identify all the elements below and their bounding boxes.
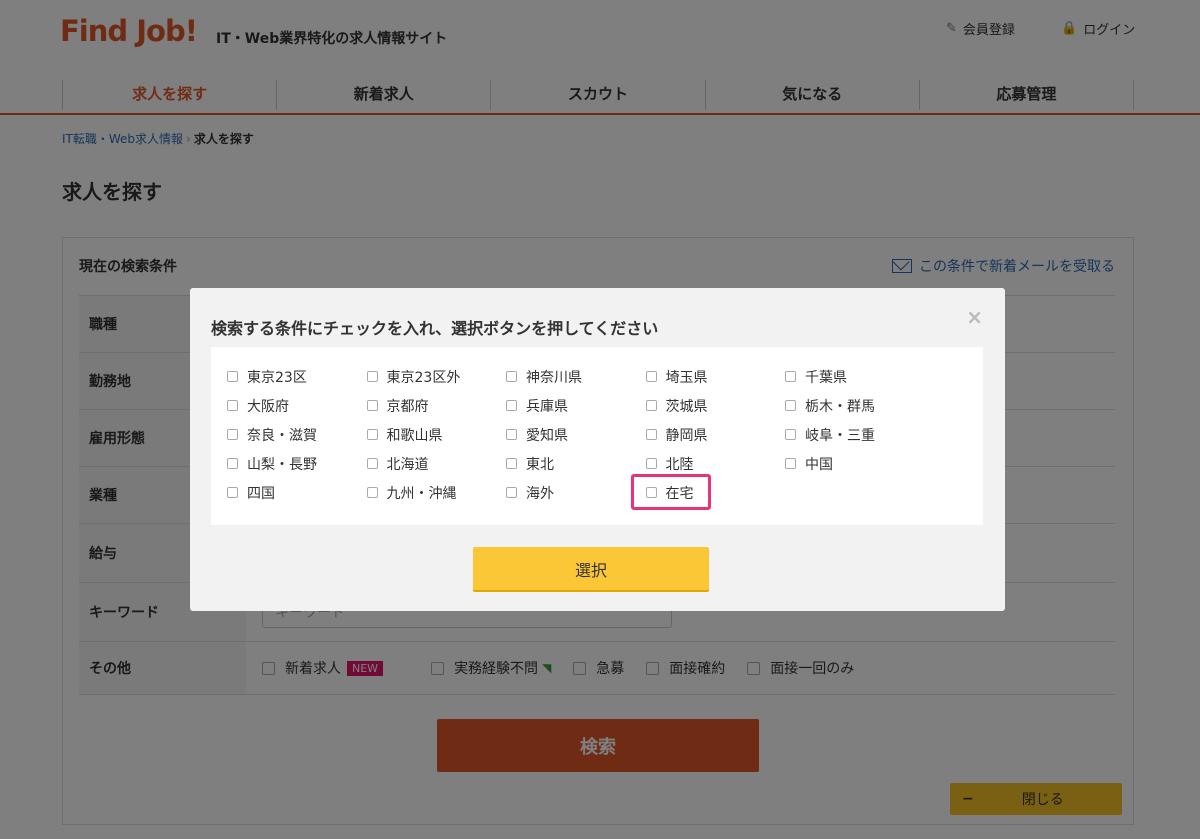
option-label: 北陸 xyxy=(665,456,694,473)
option-saitama[interactable]: 埼玉県 xyxy=(645,367,786,387)
option-tochigi-gunma[interactable]: 栃木・群馬 xyxy=(785,396,925,416)
checkbox[interactable] xyxy=(366,371,378,382)
option-label: 岐阜・三重 xyxy=(805,427,875,444)
option-shizuoka[interactable]: 静岡県 xyxy=(645,425,786,445)
option-yamanashi-nagano[interactable]: 山梨・長野 xyxy=(227,454,367,474)
checkbox[interactable] xyxy=(227,400,238,411)
checkbox[interactable] xyxy=(366,487,378,498)
option-hokkaido[interactable]: 北海道 xyxy=(366,454,507,474)
option-kyoto[interactable]: 京都府 xyxy=(366,396,507,416)
checkbox[interactable] xyxy=(227,371,238,382)
options-row: 四国 九州・沖縄 海外 在宅 xyxy=(227,478,967,507)
checkbox[interactable] xyxy=(366,400,378,411)
option-label: 奈良・滋賀 xyxy=(247,427,317,444)
option-label: 千葉県 xyxy=(805,369,847,386)
option-nara-shiga[interactable]: 奈良・滋賀 xyxy=(227,425,367,445)
option-label: 東京23区外 xyxy=(386,369,461,386)
remote-option-highlight xyxy=(631,474,711,510)
checkbox[interactable] xyxy=(785,429,796,440)
option-tokyo-23[interactable]: 東京23区 xyxy=(227,367,367,387)
option-gifu-mie[interactable]: 岐阜・三重 xyxy=(785,425,925,445)
checkbox[interactable] xyxy=(506,400,517,411)
checkbox[interactable] xyxy=(227,458,238,469)
modal-title: 検索する条件にチェックを入れ、選択ボタンを押してください xyxy=(211,319,659,338)
option-label: 中国 xyxy=(805,456,833,473)
option-chugoku[interactable]: 中国 xyxy=(785,454,925,474)
checkbox[interactable] xyxy=(506,371,517,382)
option-osaka[interactable]: 大阪府 xyxy=(227,396,367,416)
checkbox[interactable] xyxy=(785,371,796,382)
checkbox[interactable] xyxy=(506,429,517,440)
option-label: 北海道 xyxy=(386,456,429,473)
option-label: 京都府 xyxy=(386,398,429,415)
option-overseas[interactable]: 海外 xyxy=(506,483,646,503)
checkbox[interactable] xyxy=(645,458,657,469)
checkbox[interactable] xyxy=(227,487,238,498)
option-label: 兵庫県 xyxy=(526,398,568,415)
option-wakayama[interactable]: 和歌山県 xyxy=(366,425,507,445)
options-box: 東京23区 東京23区外 神奈川県 埼玉県 千葉県 大阪府 京都府 兵庫県 茨城… xyxy=(211,347,983,525)
option-label: 和歌山県 xyxy=(386,427,443,444)
checkbox[interactable] xyxy=(645,429,657,440)
option-label: 九州・沖縄 xyxy=(386,485,457,502)
option-ibaraki[interactable]: 茨城県 xyxy=(645,396,786,416)
option-tokyo-outside-23[interactable]: 東京23区外 xyxy=(366,367,507,387)
option-shikoku[interactable]: 四国 xyxy=(227,483,367,503)
options-row: 山梨・長野 北海道 東北 北陸 中国 xyxy=(227,449,967,478)
option-kanagawa[interactable]: 神奈川県 xyxy=(506,367,646,387)
option-label: 愛知県 xyxy=(526,427,568,444)
checkbox[interactable] xyxy=(785,458,796,469)
checkbox[interactable] xyxy=(785,400,796,411)
checkbox[interactable] xyxy=(366,429,378,440)
option-tohoku[interactable]: 東北 xyxy=(506,454,646,474)
option-aichi[interactable]: 愛知県 xyxy=(506,425,646,445)
checkbox[interactable] xyxy=(506,487,517,498)
location-select-modal: 検索する条件にチェックを入れ、選択ボタンを押してください × 東京23区 東京2… xyxy=(190,288,1005,611)
option-label: 神奈川県 xyxy=(526,369,582,386)
close-icon[interactable]: × xyxy=(966,305,983,329)
options-row: 奈良・滋賀 和歌山県 愛知県 静岡県 岐阜・三重 xyxy=(227,420,967,449)
options-row: 東京23区 東京23区外 神奈川県 埼玉県 千葉県 xyxy=(227,362,967,391)
option-label: 栃木・群馬 xyxy=(805,398,875,415)
select-button[interactable]: 選択 xyxy=(473,547,709,590)
checkbox[interactable] xyxy=(506,458,517,469)
checkbox[interactable] xyxy=(227,429,238,440)
option-label: 東京23区 xyxy=(247,369,307,386)
option-label: 海外 xyxy=(526,485,554,502)
location-options-grid: 東京23区 東京23区外 神奈川県 埼玉県 千葉県 大阪府 京都府 兵庫県 茨城… xyxy=(227,362,967,507)
checkbox[interactable] xyxy=(645,400,657,411)
option-label: 埼玉県 xyxy=(665,369,708,386)
options-row: 大阪府 京都府 兵庫県 茨城県 栃木・群馬 xyxy=(227,391,967,420)
option-label: 東北 xyxy=(526,456,554,473)
checkbox[interactable] xyxy=(366,458,378,469)
option-hyogo[interactable]: 兵庫県 xyxy=(506,396,646,416)
option-label: 静岡県 xyxy=(665,427,708,444)
option-label: 大阪府 xyxy=(247,398,289,415)
option-kyushu-okinawa[interactable]: 九州・沖縄 xyxy=(366,483,507,503)
option-label: 四国 xyxy=(247,485,275,502)
option-label: 茨城県 xyxy=(665,398,708,415)
option-hokuriku[interactable]: 北陸 xyxy=(645,454,786,474)
checkbox[interactable] xyxy=(645,371,657,382)
option-label: 山梨・長野 xyxy=(247,456,317,473)
option-chiba[interactable]: 千葉県 xyxy=(785,367,925,387)
